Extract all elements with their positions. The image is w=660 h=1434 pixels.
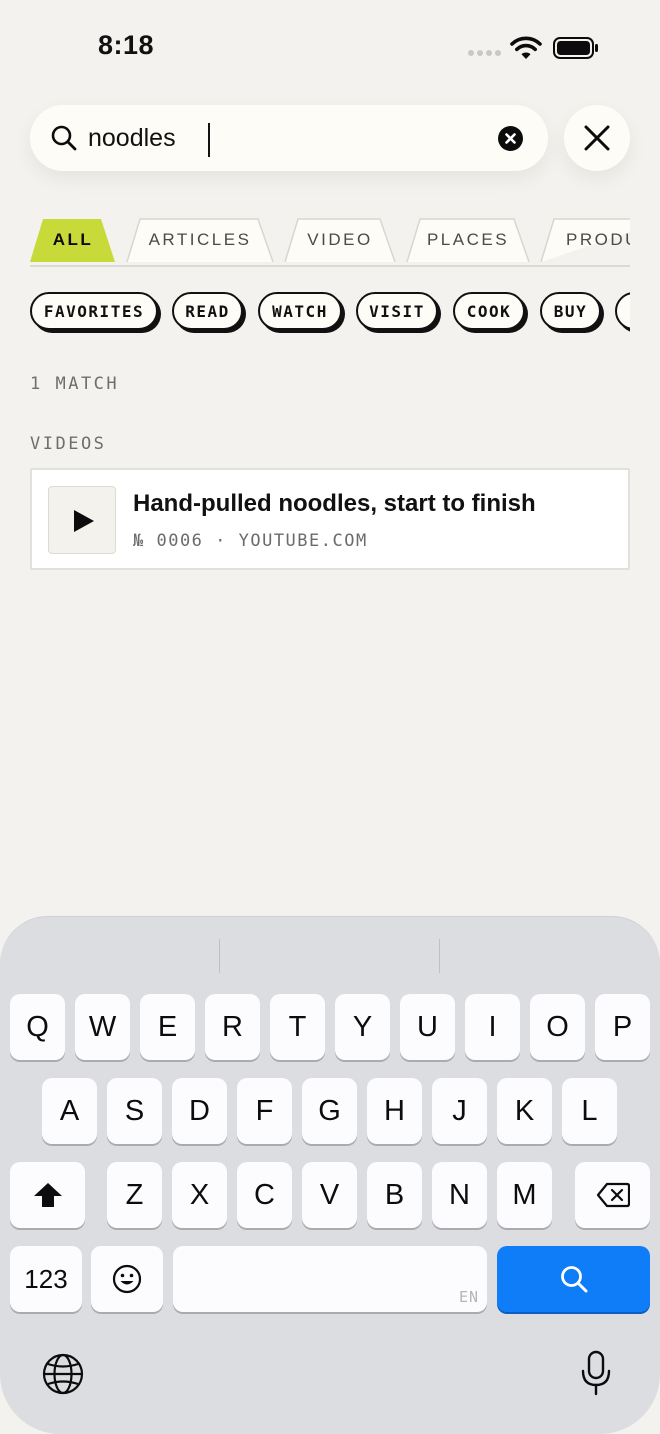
key-y[interactable]: Y xyxy=(335,994,390,1060)
search-icon xyxy=(51,125,77,151)
key-o[interactable]: O xyxy=(530,994,585,1060)
section-heading-videos: VIDEOS xyxy=(30,434,107,454)
status-time: 8:18 xyxy=(98,30,155,60)
key-h[interactable]: H xyxy=(367,1078,422,1144)
tab-all[interactable]: ALL xyxy=(30,218,116,262)
cellular-signal-icon xyxy=(468,50,502,58)
close-icon xyxy=(584,125,610,151)
tab-products[interactable]: PRODU xyxy=(540,218,630,262)
key-t[interactable]: T xyxy=(270,994,325,1060)
chip-cook[interactable]: COOK xyxy=(453,292,525,330)
tab-label: VIDEO xyxy=(307,230,373,249)
key-v[interactable]: V xyxy=(302,1162,357,1228)
key-w[interactable]: W xyxy=(75,994,130,1060)
key-n[interactable]: N xyxy=(432,1162,487,1228)
emoji-key[interactable] xyxy=(91,1246,163,1312)
chip-favorites[interactable]: FAVORITES xyxy=(30,292,158,330)
search-key[interactable] xyxy=(497,1246,650,1312)
result-item[interactable]: Hand-pulled noodles, start to finish № 0… xyxy=(30,468,630,570)
key-q[interactable]: Q xyxy=(10,994,65,1060)
wifi-icon xyxy=(510,36,542,59)
close-search-button[interactable] xyxy=(564,105,630,171)
match-count: 1 MATCH xyxy=(30,374,120,394)
video-thumbnail xyxy=(48,486,116,554)
clear-search-icon[interactable] xyxy=(498,126,523,151)
key-x[interactable]: X xyxy=(172,1162,227,1228)
keyboard-language-label: EN xyxy=(458,1288,479,1306)
search-bar[interactable] xyxy=(30,105,548,171)
key-e[interactable]: E xyxy=(140,994,195,1060)
key-g[interactable]: G xyxy=(302,1078,357,1144)
result-title: Hand-pulled noodles, start to finish xyxy=(133,490,536,517)
space-key[interactable]: EN xyxy=(173,1246,487,1312)
key-j[interactable]: J xyxy=(432,1078,487,1144)
key-b[interactable]: B xyxy=(367,1162,422,1228)
key-r[interactable]: R xyxy=(205,994,260,1060)
backspace-icon xyxy=(596,1182,630,1208)
key-c[interactable]: C xyxy=(237,1162,292,1228)
content-type-tabs: ALL ARTICLES VIDEO PLACES PRODU xyxy=(30,218,630,266)
key-f[interactable]: F xyxy=(237,1078,292,1144)
tab-places[interactable]: PLACES xyxy=(406,218,530,262)
result-meta: № 0006 · YOUTUBE.COM xyxy=(133,531,368,551)
key-z[interactable]: Z xyxy=(107,1162,162,1228)
status-bar: 8:18 xyxy=(0,0,660,96)
key-k[interactable]: K xyxy=(497,1078,552,1144)
search-input[interactable] xyxy=(88,119,478,157)
battery-icon xyxy=(553,37,598,59)
emoji-icon xyxy=(112,1264,142,1294)
key-p[interactable]: P xyxy=(595,994,650,1060)
key-l[interactable]: L xyxy=(562,1078,617,1144)
chip-read[interactable]: READ xyxy=(172,292,243,330)
key-i[interactable]: I xyxy=(465,994,520,1060)
key-u[interactable]: U xyxy=(400,994,455,1060)
tab-label: PLACES xyxy=(426,230,510,249)
globe-icon[interactable] xyxy=(42,1353,84,1395)
play-icon xyxy=(74,510,94,532)
key-s[interactable]: S xyxy=(107,1078,162,1144)
suggestion-divider xyxy=(439,939,440,973)
chip-watch[interactable]: WATCH xyxy=(258,292,342,330)
key-a[interactable]: A xyxy=(42,1078,97,1144)
tabs-divider xyxy=(30,265,630,267)
tab-video[interactable]: VIDEO xyxy=(284,218,396,262)
tab-label: ALL xyxy=(52,230,94,249)
key-m[interactable]: M xyxy=(497,1162,552,1228)
numbers-key[interactable]: 123 xyxy=(10,1246,82,1312)
tab-label: ARTICLES xyxy=(148,230,252,249)
delete-key[interactable] xyxy=(575,1162,650,1228)
microphone-icon[interactable] xyxy=(580,1350,612,1396)
filter-chips: FAVORITES READ WATCH VISIT COOK BUY xyxy=(30,291,630,333)
key-d[interactable]: D xyxy=(172,1078,227,1144)
suggestion-divider xyxy=(219,939,220,973)
search-icon xyxy=(560,1266,587,1293)
shift-key[interactable] xyxy=(10,1162,85,1228)
chip-buy[interactable]: BUY xyxy=(540,292,601,330)
tab-label: PRODU xyxy=(566,230,630,249)
chip-visit[interactable]: VISIT xyxy=(356,292,438,330)
chip-more[interactable] xyxy=(615,292,630,330)
shift-icon xyxy=(33,1183,62,1207)
text-caret xyxy=(208,123,210,157)
tab-articles[interactable]: ARTICLES xyxy=(126,218,274,262)
